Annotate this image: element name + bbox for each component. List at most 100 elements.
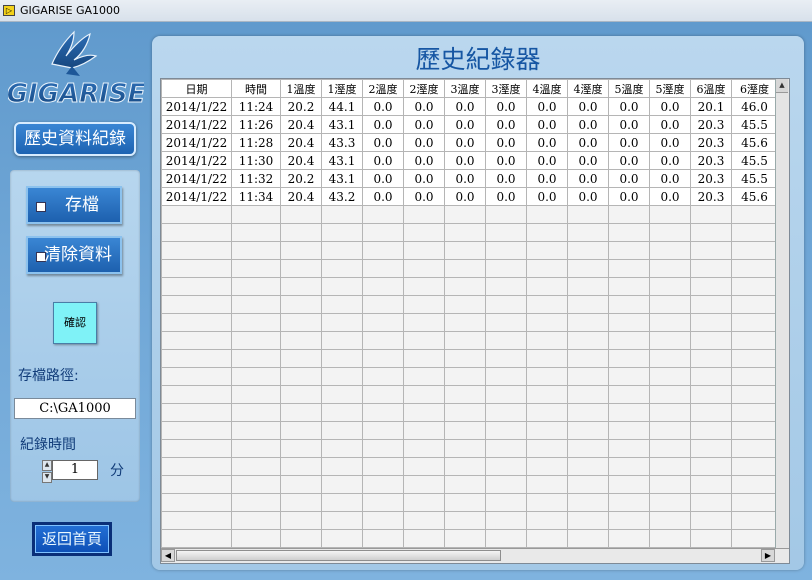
empty-cell — [444, 457, 486, 476]
table-cell: 0.0 — [567, 187, 609, 206]
empty-cell — [444, 475, 486, 494]
table-row[interactable]: 2014/1/22 11:32 20.2 43.1 0.0 0.0 0.0 0.0 0.0 0.0… — [161, 169, 778, 188]
horizontal-scrollbar[interactable]: ◀ ▶ — [161, 548, 789, 563]
table-cell: 0.0 — [362, 169, 404, 188]
empty-row — [161, 331, 778, 350]
empty-cell — [161, 385, 232, 404]
table-cell: 0.0 — [444, 97, 486, 116]
empty-cell — [444, 205, 486, 224]
confirm-button[interactable]: 確認 — [53, 302, 97, 344]
empty-cell — [444, 349, 486, 368]
clear-data-button[interactable]: 清除資料 — [26, 236, 122, 274]
empty-cell — [161, 457, 232, 476]
empty-cell — [231, 421, 281, 440]
empty-cell — [231, 295, 281, 314]
empty-cell — [403, 205, 445, 224]
table-cell: 45.5 — [731, 151, 778, 170]
empty-cell — [567, 205, 609, 224]
empty-cell — [608, 475, 650, 494]
table-cell: 20.2 — [280, 169, 322, 188]
empty-cell — [362, 475, 404, 494]
empty-cell — [321, 367, 363, 386]
increment-arrow-icon[interactable]: ▲ — [42, 460, 52, 471]
horizontal-scroll-thumb[interactable] — [176, 550, 501, 561]
table-cell: 2014/1/22 — [161, 151, 232, 170]
empty-cell — [731, 529, 778, 548]
empty-cell — [362, 277, 404, 296]
empty-cell — [321, 295, 363, 314]
empty-cell — [403, 259, 445, 278]
record-interval-spinner[interactable]: ▲ ▼ — [42, 460, 52, 483]
empty-cell — [690, 457, 732, 476]
empty-cell — [161, 367, 232, 386]
table-cell: 0.0 — [649, 115, 691, 134]
scroll-right-arrow-icon[interactable]: ▶ — [761, 549, 775, 562]
empty-row — [161, 241, 778, 260]
decrement-arrow-icon[interactable]: ▼ — [42, 472, 52, 483]
column-header: 4溫度 — [526, 79, 568, 98]
empty-cell — [567, 331, 609, 350]
table-cell: 0.0 — [362, 187, 404, 206]
record-interval-input[interactable]: 1 — [52, 460, 98, 480]
save-button[interactable]: 存檔 — [26, 186, 122, 224]
empty-cell — [362, 331, 404, 350]
table-row[interactable]: 2014/1/22 11:26 20.4 43.1 0.0 0.0 0.0 0.0 0.0 0.0… — [161, 115, 778, 134]
back-home-button[interactable]: 返回首頁 — [32, 522, 112, 556]
table-row[interactable]: 2014/1/22 11:34 20.4 43.2 0.0 0.0 0.0 0.0 0.0 0.0… — [161, 187, 778, 206]
table-cell: 0.0 — [526, 115, 568, 134]
empty-cell — [280, 511, 322, 530]
empty-cell — [231, 367, 281, 386]
empty-cell — [649, 259, 691, 278]
empty-cell — [649, 529, 691, 548]
empty-cell — [231, 457, 281, 476]
table-cell: 20.4 — [280, 115, 322, 134]
scroll-left-arrow-icon[interactable]: ◀ — [161, 549, 175, 562]
empty-cell — [362, 493, 404, 512]
empty-cell — [526, 277, 568, 296]
table-cell: 11:34 — [231, 187, 281, 206]
empty-cell — [321, 205, 363, 224]
empty-cell — [690, 241, 732, 260]
empty-cell — [608, 277, 650, 296]
table-cell: 20.3 — [690, 187, 732, 206]
table-cell: 43.3 — [321, 133, 363, 152]
empty-cell — [231, 493, 281, 512]
empty-cell — [485, 223, 527, 242]
table-row[interactable]: 2014/1/22 11:24 20.2 44.1 0.0 0.0 0.0 0.0 0.0 0.0… — [161, 97, 778, 116]
save-path-input[interactable]: C:\GA1000 — [14, 398, 136, 419]
empty-cell — [161, 295, 232, 314]
empty-cell — [403, 529, 445, 548]
empty-cell — [608, 205, 650, 224]
empty-cell — [362, 529, 404, 548]
empty-cell — [526, 475, 568, 494]
vertical-scrollbar[interactable]: ▲ — [775, 79, 789, 549]
empty-cell — [608, 367, 650, 386]
empty-cell — [403, 349, 445, 368]
empty-cell — [608, 223, 650, 242]
empty-cell — [403, 313, 445, 332]
table-cell: 45.5 — [731, 115, 778, 134]
empty-cell — [608, 457, 650, 476]
empty-cell — [649, 421, 691, 440]
empty-cell — [526, 295, 568, 314]
empty-cell — [485, 403, 527, 422]
empty-cell — [280, 475, 322, 494]
empty-cell — [731, 295, 778, 314]
empty-cell — [280, 241, 322, 260]
empty-cell — [526, 259, 568, 278]
empty-cell — [161, 439, 232, 458]
empty-cell — [403, 493, 445, 512]
table-cell: 11:26 — [231, 115, 281, 134]
scroll-up-arrow-icon[interactable]: ▲ — [776, 79, 788, 93]
empty-cell — [280, 439, 322, 458]
empty-cell — [161, 475, 232, 494]
column-header: 6溫度 — [690, 79, 732, 98]
table-row[interactable]: 2014/1/22 11:30 20.4 43.1 0.0 0.0 0.0 0.0 0.0 0.0… — [161, 151, 778, 170]
history-records-tab[interactable]: 歷史資料紀錄 — [14, 122, 136, 156]
empty-cell — [231, 205, 281, 224]
table-row[interactable]: 2014/1/22 11:28 20.4 43.3 0.0 0.0 0.0 0.0 0.0 0.0… — [161, 133, 778, 152]
empty-cell — [321, 439, 363, 458]
empty-cell — [731, 367, 778, 386]
empty-row — [161, 295, 778, 314]
empty-row — [161, 403, 778, 422]
